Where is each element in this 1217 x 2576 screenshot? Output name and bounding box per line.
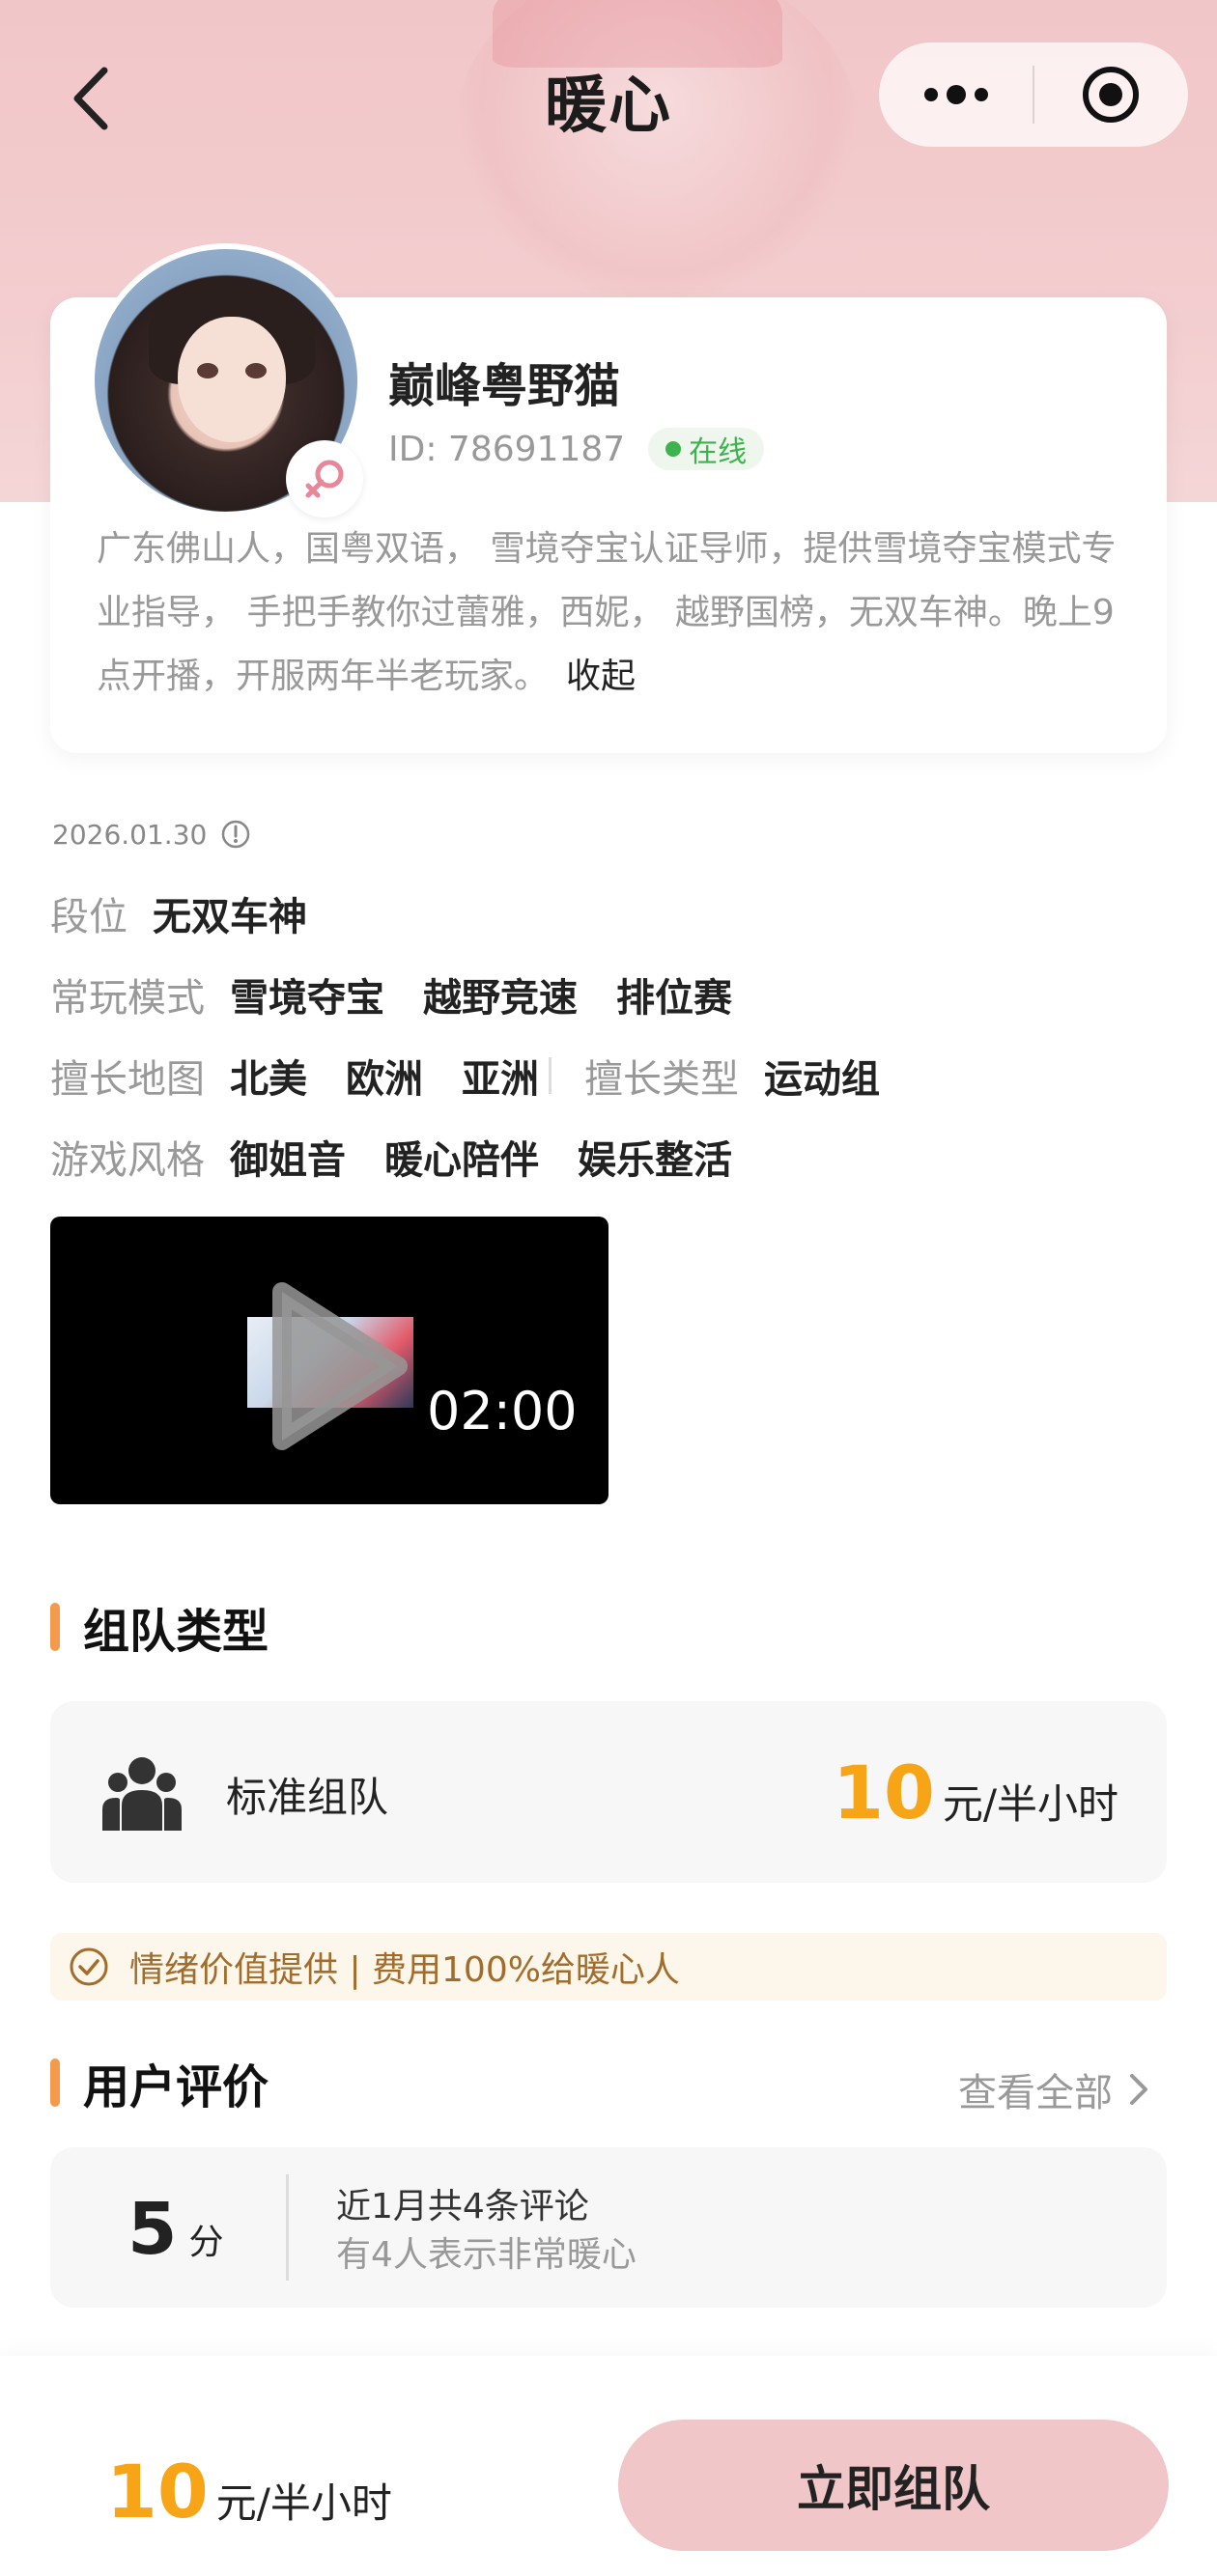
map-value: 亚洲: [462, 1057, 539, 1102]
id-row: ID: 78691187 在线: [388, 425, 765, 473]
team-option-card[interactable]: 标准组队 10 元/半小时: [50, 1701, 1167, 1883]
view-all-label: 查看全部: [958, 2071, 1113, 2115]
team-section-title: 组队类型: [83, 1605, 269, 1659]
rank-value: 无双车神: [153, 895, 307, 939]
maps-label: 擅长地图: [50, 1057, 205, 1102]
reviews-section-header: 用户评价: [50, 2049, 269, 2116]
collapse-link[interactable]: 收起: [566, 657, 636, 696]
info-circle-icon[interactable]: [220, 819, 251, 850]
modes-row: 常玩模式 雪境夺宝 越野竞速 排位赛: [50, 966, 771, 1023]
online-status-badge: 在线: [648, 428, 765, 470]
check-circle-icon: [70, 1947, 108, 1986]
update-date-row: 2026.01.30: [52, 815, 251, 854]
team-section-header: 组队类型: [50, 1593, 269, 1661]
more-button[interactable]: [879, 42, 1033, 147]
score-value: 5: [127, 2188, 178, 2271]
section-accent-bar: [50, 1603, 60, 1651]
notice-banner: 情绪价值提供 | 费用100%给暖心人: [50, 1933, 1167, 2001]
more-dots-icon: [923, 85, 988, 104]
rank-label: 段位: [50, 895, 127, 939]
bottom-action-bar: 10 元/半小时 立即组队: [0, 2356, 1217, 2576]
type-value: 运动组: [764, 1057, 880, 1102]
style-value: 娱乐整活: [578, 1138, 732, 1183]
female-icon: [305, 460, 344, 498]
rank-row: 段位 无双车神: [50, 884, 346, 942]
styles-row: 游戏风格 御姐音 暖心陪伴 娱乐整活: [50, 1128, 771, 1186]
group-icon: [102, 1757, 182, 1831]
mini-program-capsule: [879, 42, 1188, 147]
modes-label: 常玩模式: [50, 976, 205, 1021]
map-value: 北美: [230, 1057, 307, 1102]
online-dot-icon: [665, 441, 682, 457]
chevron-right-icon: [1130, 2074, 1147, 2105]
nickname: 巅峰粤野猫: [388, 359, 621, 413]
styles-label: 游戏风格: [50, 1138, 205, 1183]
video-duration: 02:00: [427, 1381, 578, 1442]
bottom-price-amount: 10: [106, 2449, 209, 2534]
top-nav: 暖心: [0, 39, 1217, 154]
style-value: 御姐音: [230, 1138, 346, 1183]
divider: [549, 1057, 552, 1094]
price-unit: 元/半小时: [942, 1780, 1118, 1828]
intro-video[interactable]: 02:00: [50, 1217, 608, 1504]
bio: 广东佛山人，国粤双语， 雪境夺宝认证导师，提供雪境夺宝模式专业指导， 手把手教你…: [97, 518, 1140, 709]
map-value: 欧洲: [346, 1057, 423, 1102]
maps-row: 擅长地图 北美 欧洲 亚洲 擅长类型 运动组: [50, 1047, 919, 1105]
mode-value: 雪境夺宝: [230, 976, 384, 1021]
review-summary-text: 有4人表示非常暖心: [336, 2235, 637, 2275]
team-option-price: 10 元/半小时: [833, 1750, 1118, 1835]
target-icon: [1083, 67, 1140, 123]
types-label: 擅长类型: [584, 1057, 739, 1102]
notice-text: 情绪价值提供 | 费用100%给暖心人: [129, 1950, 680, 1990]
style-value: 暖心陪伴: [384, 1138, 539, 1183]
reviews-section-title: 用户评价: [83, 2060, 269, 2114]
female-badge: [286, 440, 363, 518]
team-up-button[interactable]: 立即组队: [618, 2420, 1169, 2551]
score-unit: 分: [188, 2223, 224, 2262]
price-amount: 10: [833, 1750, 935, 1835]
rating-score: 5 分: [127, 2188, 224, 2271]
section-accent-bar: [50, 2058, 60, 2107]
close-miniprogram-button[interactable]: [1034, 42, 1188, 147]
online-status-label: 在线: [689, 435, 748, 469]
review-count-text: 近1月共4条评论: [336, 2187, 589, 2226]
rating-summary-card[interactable]: 5 分 近1月共4条评论 有4人表示非常暖心: [50, 2147, 1167, 2308]
divider: [286, 2174, 289, 2281]
team-option-name: 标准组队: [226, 1774, 389, 1821]
mode-value: 排位赛: [616, 976, 732, 1021]
bottom-price-unit: 元/半小时: [215, 2479, 392, 2527]
mode-value: 越野竞速: [423, 976, 578, 1021]
update-date: 2026.01.30: [52, 818, 208, 851]
play-icon[interactable]: [253, 1274, 417, 1458]
user-id: ID: 78691187: [388, 429, 626, 469]
view-all-reviews-link[interactable]: 查看全部: [958, 2060, 1149, 2118]
bottom-price: 10 元/半小时: [106, 2449, 392, 2534]
